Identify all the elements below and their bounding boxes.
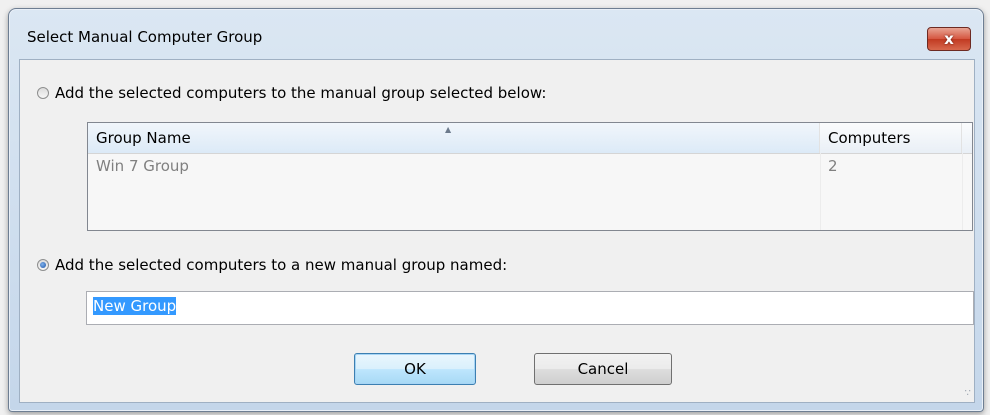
table-row[interactable]: Win 7 Group 2 (88, 157, 972, 181)
radio-existing-group[interactable] (37, 87, 49, 99)
dialog-window: Select Manual Computer Group x Add the s… (8, 8, 984, 412)
column-label-group-name: Group Name (96, 129, 191, 147)
list-header: ▲ Group Name Computers (88, 123, 972, 154)
cell-group-name: Win 7 Group (96, 157, 189, 175)
title-bar[interactable]: Select Manual Computer Group x (9, 9, 983, 59)
new-group-name-input[interactable]: New Group (86, 291, 974, 325)
cell-computers: 2 (828, 157, 838, 175)
radio-new-group[interactable] (37, 259, 49, 271)
new-group-name-value: New Group (93, 297, 177, 315)
column-header-computers[interactable]: Computers (820, 123, 962, 153)
ok-button[interactable]: OK (354, 353, 476, 385)
option-existing-label: Add the selected computers to the manual… (55, 84, 547, 102)
cancel-button[interactable]: Cancel (534, 353, 672, 385)
column-header-group-name[interactable]: ▲ Group Name (88, 123, 820, 153)
group-list[interactable]: ▲ Group Name Computers Win 7 Group 2 (87, 122, 973, 231)
dialog-content: Add the selected computers to the manual… (19, 59, 975, 403)
resize-grip-icon[interactable]: ∵ (965, 388, 971, 399)
option-existing-group[interactable]: Add the selected computers to the manual… (37, 84, 546, 102)
option-new-group[interactable]: Add the selected computers to a new manu… (37, 256, 507, 274)
close-icon: x (944, 30, 954, 48)
option-new-label: Add the selected computers to a new manu… (55, 256, 508, 274)
close-button[interactable]: x (927, 27, 971, 51)
column-label-computers: Computers (828, 129, 911, 147)
dialog-title: Select Manual Computer Group (27, 28, 263, 46)
sort-ascending-icon: ▲ (445, 125, 452, 134)
